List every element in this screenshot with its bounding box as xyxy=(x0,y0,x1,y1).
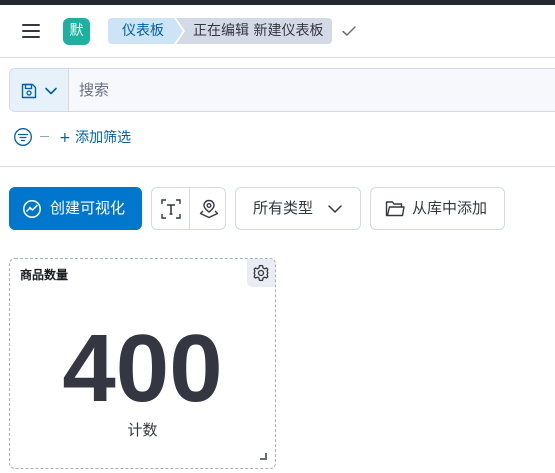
breadcrumb-current: 正在编辑 新建仪表板 xyxy=(176,18,332,44)
chevron-down-icon xyxy=(328,205,342,213)
add-from-library-label: 从库中添加 xyxy=(412,199,488,217)
chevron-down-icon xyxy=(45,87,57,95)
breadcrumb-dashboards[interactable]: 仪表板 xyxy=(108,18,183,44)
save-icon xyxy=(21,83,37,99)
visualize-icon xyxy=(23,200,41,218)
create-visualization-button[interactable]: 创建可视化 xyxy=(9,187,142,230)
metric-label: 计数 xyxy=(127,421,158,439)
filter-icon[interactable] xyxy=(13,127,33,147)
menu-icon[interactable] xyxy=(20,19,44,43)
map-icon xyxy=(199,199,219,219)
add-text-button[interactable] xyxy=(152,188,189,229)
gear-icon xyxy=(253,264,269,282)
metric-panel[interactable]: 商品数量 400 计数 xyxy=(9,258,276,469)
space-avatar[interactable]: 默 xyxy=(63,18,90,45)
filter-separator xyxy=(40,136,49,137)
app-header: 默 仪表板 正在编辑 新建仪表板 xyxy=(0,5,555,58)
all-types-dropdown[interactable]: 所有类型 xyxy=(235,187,361,230)
folder-icon xyxy=(385,201,405,217)
checkmark-icon[interactable] xyxy=(341,23,357,39)
quick-add-group xyxy=(151,187,226,230)
divider xyxy=(0,166,555,167)
metric-value: 400 xyxy=(62,315,223,422)
create-visualization-label: 创建可视化 xyxy=(50,199,126,217)
add-map-button[interactable] xyxy=(190,188,227,229)
panel-title: 商品数量 xyxy=(20,268,69,282)
resize-handle[interactable] xyxy=(260,453,267,460)
saved-query-button[interactable] xyxy=(10,69,69,111)
add-filter-button[interactable]: + 添加筛选 xyxy=(59,127,131,147)
query-bar xyxy=(9,68,555,112)
add-from-library-button[interactable]: 从库中添加 xyxy=(370,187,505,230)
all-types-label: 所有类型 xyxy=(253,199,314,217)
search-input[interactable] xyxy=(70,69,555,111)
text-icon xyxy=(161,199,181,219)
panel-options-button[interactable] xyxy=(247,259,275,287)
